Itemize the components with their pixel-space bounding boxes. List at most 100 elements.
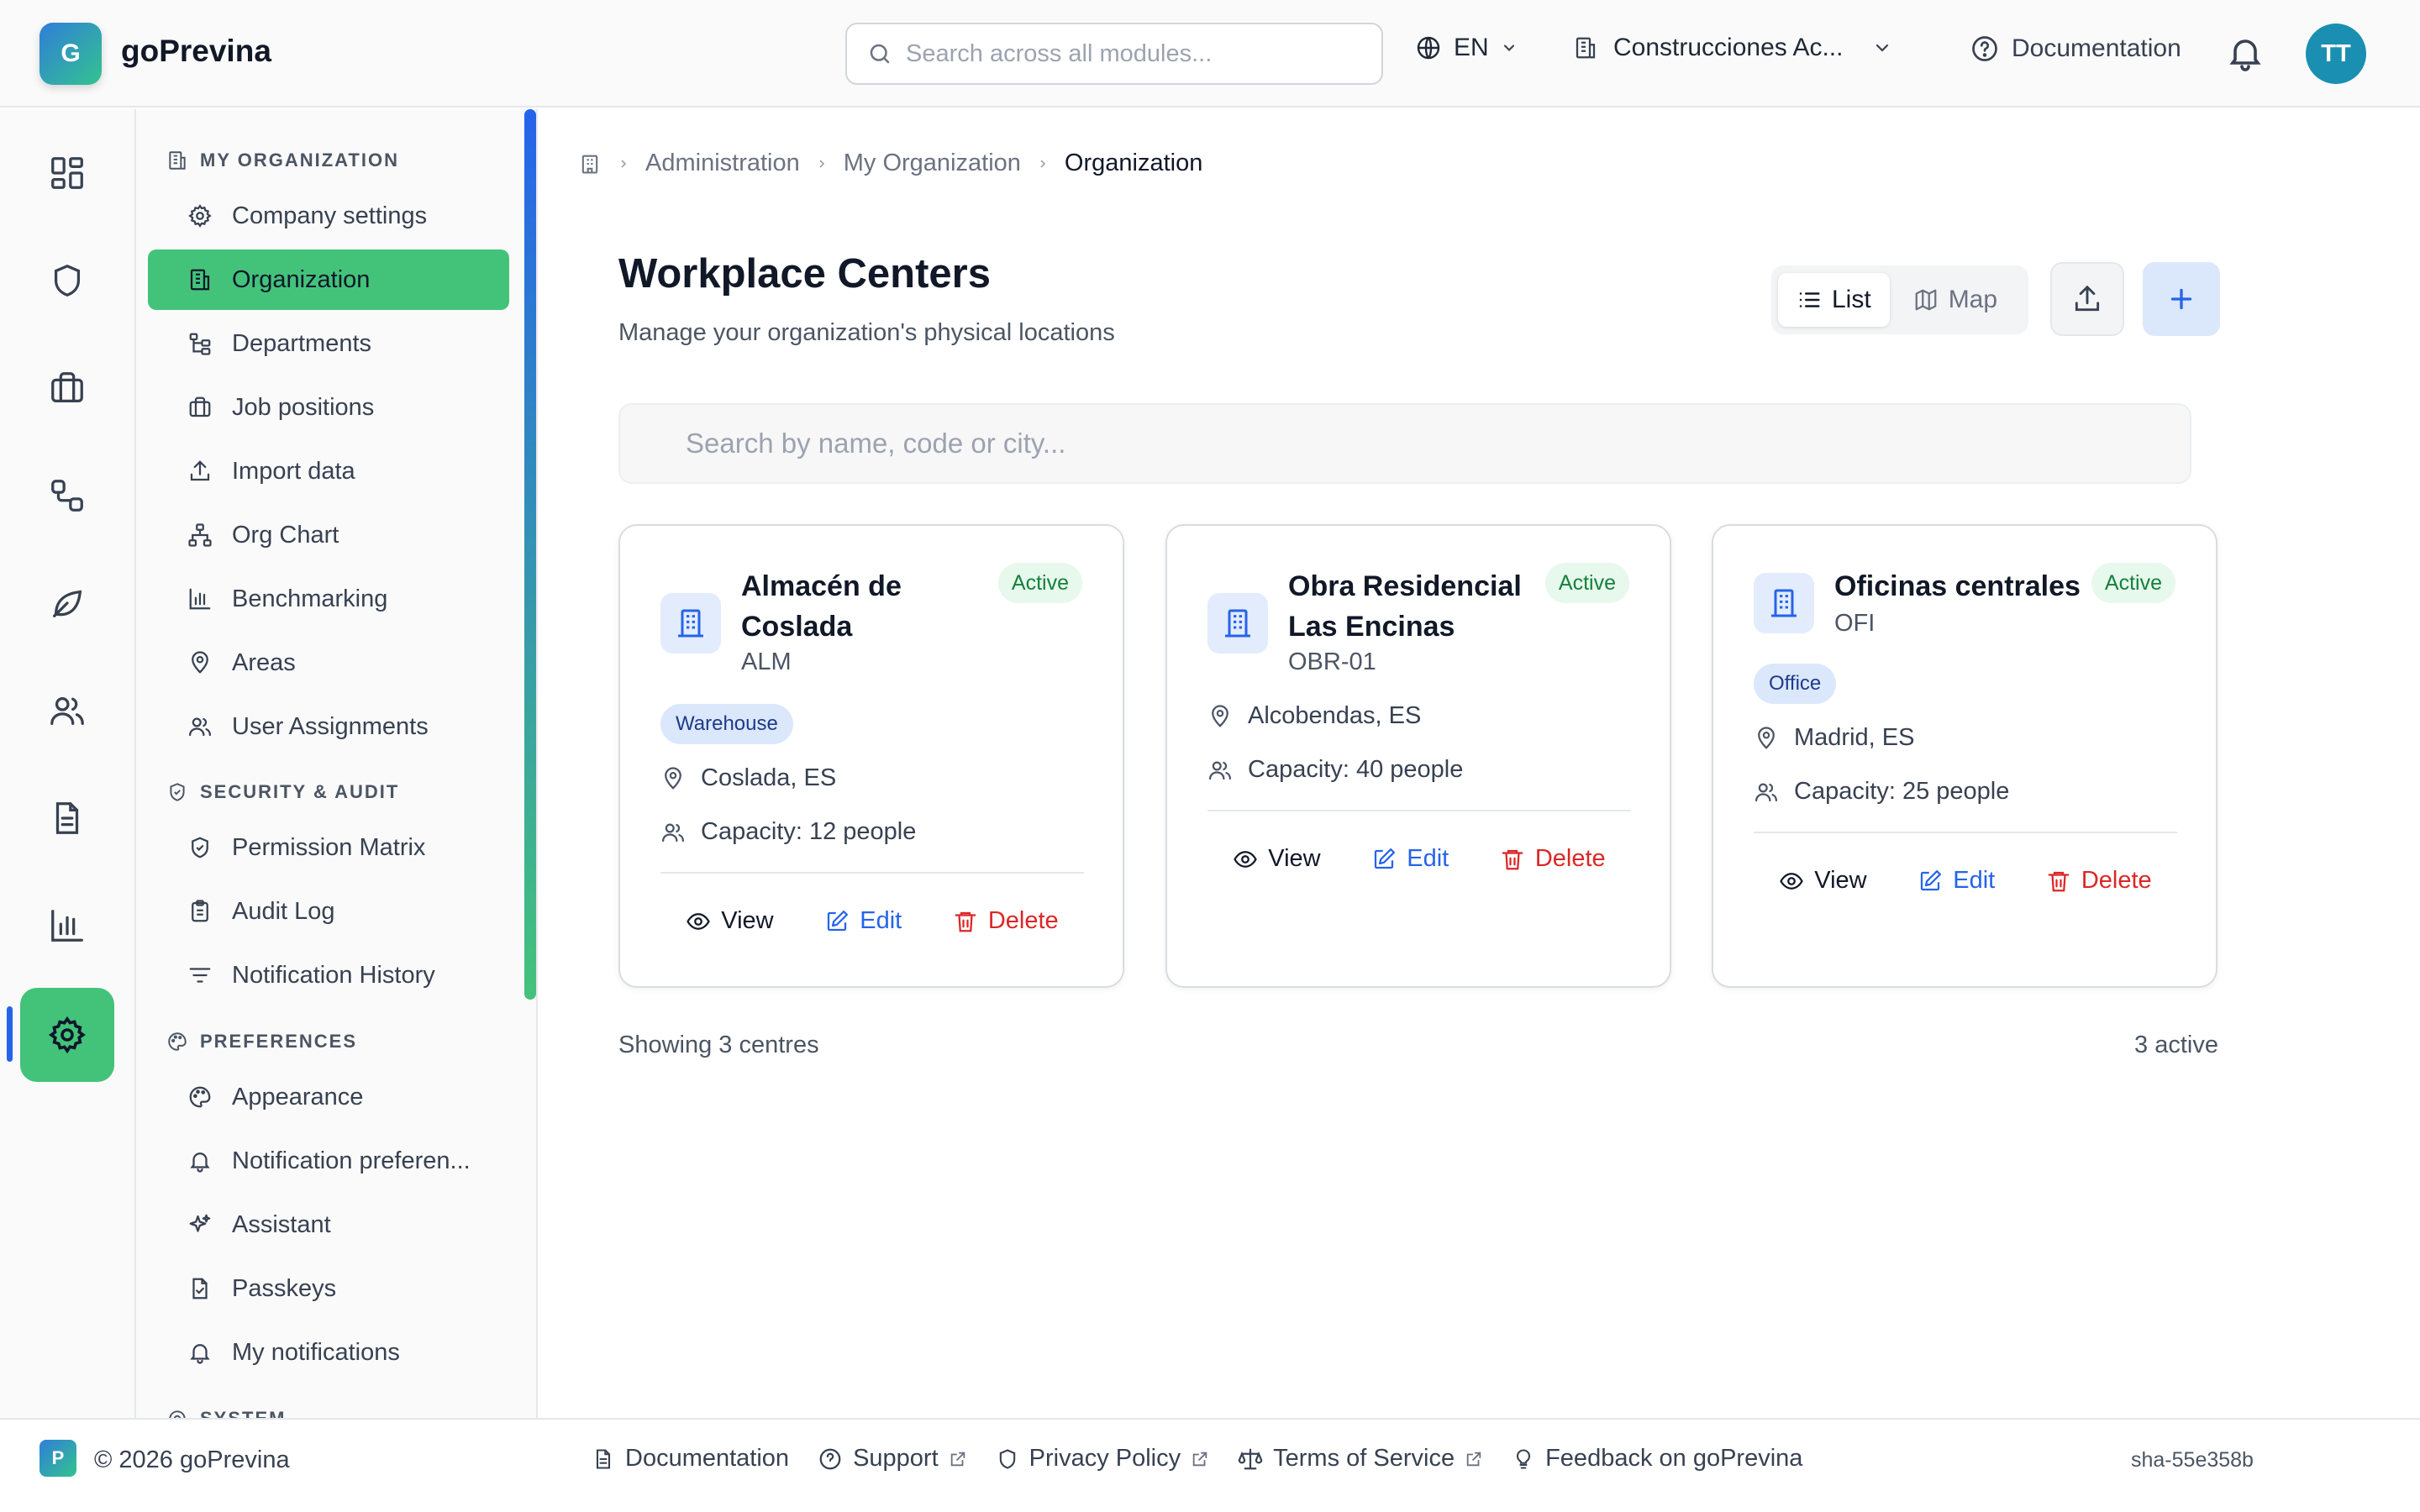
building-icon (190, 269, 210, 291)
rail-reports[interactable] (20, 879, 114, 973)
export-button[interactable] (2050, 262, 2124, 336)
center-card[interactable]: Almacén de Coslada Active ALM Warehouse … (618, 524, 1124, 988)
sidebar-scrollbar[interactable] (524, 109, 536, 1000)
sidebar-item-company-settings[interactable]: Company settings (148, 186, 509, 246)
leaf-icon (53, 590, 82, 617)
view-button[interactable]: View (1223, 838, 1330, 879)
footer-link-documentation[interactable]: Documentation (592, 1445, 789, 1473)
center-search-input[interactable] (686, 428, 2114, 459)
sidebar-item-benchmarking[interactable]: Benchmarking (148, 569, 509, 629)
center-search[interactable] (618, 403, 2191, 484)
breadcrumb: Administration My Organization Organizat… (578, 150, 1202, 177)
rail-environment[interactable] (20, 556, 114, 650)
sidebar-item-permission-matrix[interactable]: Permission Matrix (148, 817, 509, 878)
center-code: ALM (741, 648, 792, 675)
app-name[interactable]: goPrevina (121, 34, 271, 69)
center-card[interactable]: Obra Residencial Las Encinas Active OBR-… (1165, 524, 1671, 988)
sidebar-item-passkeys[interactable]: Passkeys (148, 1258, 509, 1319)
rail-dashboard[interactable] (20, 126, 114, 220)
edit-button[interactable]: Edit (1907, 860, 2005, 901)
sidebar-item-organization[interactable]: Organization (148, 249, 509, 310)
list-view-button[interactable]: List (1778, 273, 1890, 327)
eye-icon (1780, 872, 1804, 890)
trash-icon (955, 911, 976, 932)
sidebar-item-assistant[interactable]: Assistant (148, 1194, 509, 1255)
view-toggle: List Map (1771, 265, 2028, 334)
rail-settings[interactable] (20, 988, 114, 1082)
sidebar-item-appearance[interactable]: Appearance (148, 1067, 509, 1127)
footer-link-feedback[interactable]: Feedback on goPrevina (1512, 1445, 1802, 1473)
rail-active-indicator (7, 1006, 13, 1062)
building-icon (660, 593, 721, 654)
center-location: Madrid, ES (1754, 724, 1914, 752)
map-pin-icon (1212, 704, 1228, 727)
global-search[interactable] (845, 23, 1383, 85)
sidebar-item-org-chart[interactable]: Org Chart (148, 505, 509, 565)
center-name[interactable]: Oficinas centrales (1834, 566, 2095, 606)
sidebar-item-departments[interactable]: Departments (148, 313, 509, 374)
dashboard-icon (51, 157, 83, 189)
shield-check-icon (192, 837, 208, 858)
chevron-right-icon (815, 157, 829, 171)
building-icon (1573, 35, 1598, 60)
sidebar-item-import-data[interactable]: Import data (148, 441, 509, 501)
footer-link-terms[interactable]: Terms of Service (1238, 1445, 1483, 1473)
status-badge: Active (997, 563, 1082, 603)
sidebar-item-areas[interactable]: Areas (148, 633, 509, 693)
hierarchy-icon (189, 333, 211, 355)
map-pin-icon (192, 651, 208, 674)
user-avatar[interactable]: TT (2306, 24, 2366, 84)
sidebar-item-job-positions[interactable]: Job positions (148, 377, 509, 438)
users-icon (50, 696, 84, 725)
bar-chart-icon (51, 910, 83, 942)
documentation-label: Documentation (2012, 34, 2181, 62)
document-icon (55, 802, 79, 834)
view-button[interactable]: View (676, 900, 783, 942)
center-card[interactable]: Oficinas centrales Active OFI Office Mad… (1712, 524, 2217, 988)
center-name[interactable]: Almacén de Coslada (741, 566, 985, 647)
breadcrumb-my-organization[interactable]: My Organization (844, 150, 1021, 177)
delete-button[interactable]: Delete (2036, 860, 2162, 901)
delete-button[interactable]: Delete (943, 900, 1069, 942)
sidebar-item-audit-log[interactable]: Audit Log (148, 881, 509, 942)
app-logo[interactable]: G (39, 23, 102, 85)
bell-icon (2229, 39, 2261, 71)
shield-check-icon (170, 783, 185, 801)
edit-button[interactable]: Edit (1361, 838, 1459, 879)
chevron-down-icon (1872, 38, 1892, 58)
page-subtitle: Manage your organization's physical loca… (618, 319, 1115, 346)
building-icon (1754, 573, 1814, 633)
rail-people[interactable] (20, 664, 114, 758)
rail-workflow[interactable] (20, 449, 114, 543)
footer-link-privacy[interactable]: Privacy Policy (996, 1445, 1210, 1473)
external-link-icon (950, 1452, 965, 1466)
view-button[interactable]: View (1769, 860, 1876, 901)
sidebar-item-my-notifications[interactable]: My notifications (148, 1322, 509, 1383)
sidebar-item-notification-preferences[interactable]: Notification preferen... (148, 1131, 509, 1191)
section-header-system: SYSTEM (166, 1408, 286, 1418)
external-link-icon (1192, 1452, 1207, 1466)
center-name[interactable]: Obra Residencial Las Encinas (1288, 566, 1532, 647)
edit-button[interactable]: Edit (814, 900, 912, 942)
rail-safety[interactable] (20, 234, 114, 328)
add-center-button[interactable] (2143, 262, 2220, 336)
global-search-input[interactable] (906, 39, 1360, 68)
company-selector[interactable]: Construcciones Ac... (1573, 34, 1892, 62)
notifications-button[interactable] (2225, 32, 2265, 74)
home-icon[interactable] (578, 152, 602, 176)
card-divider (660, 872, 1084, 874)
rail-briefcase[interactable] (20, 341, 114, 435)
language-selector[interactable]: EN (1415, 34, 1518, 62)
language-label: EN (1454, 34, 1489, 61)
sidebar-item-user-assignments[interactable]: User Assignments (148, 696, 509, 757)
delete-button[interactable]: Delete (1490, 838, 1616, 879)
documentation-link[interactable]: Documentation (1970, 34, 2181, 64)
help-circle-icon (1970, 34, 2000, 64)
bell-icon (190, 1152, 210, 1173)
center-capacity: Capacity: 25 people (1754, 778, 2009, 806)
sidebar-item-notification-history[interactable]: Notification History (148, 945, 509, 1005)
map-view-button[interactable]: Map (1895, 273, 2016, 327)
footer-link-support[interactable]: Support (818, 1445, 967, 1473)
breadcrumb-administration[interactable]: Administration (645, 150, 800, 177)
rail-documents[interactable] (20, 771, 114, 865)
